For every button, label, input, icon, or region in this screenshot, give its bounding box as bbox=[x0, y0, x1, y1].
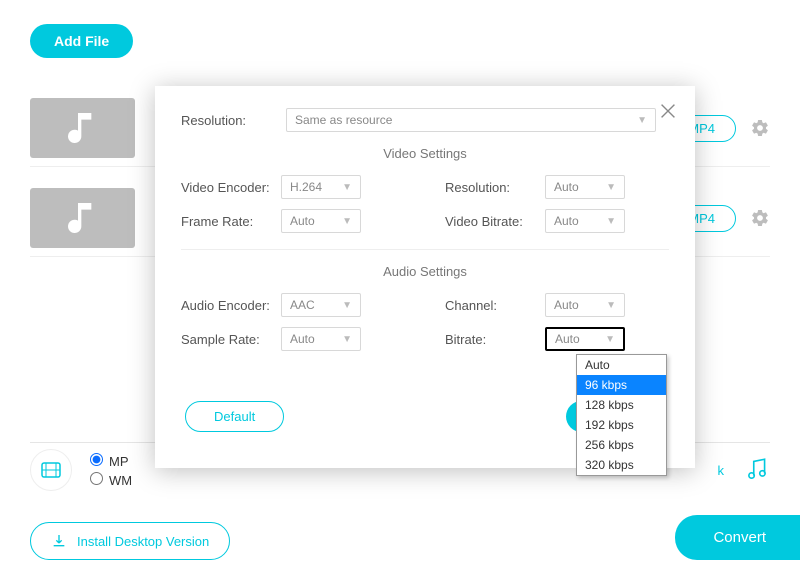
default-button[interactable]: Default bbox=[185, 401, 284, 432]
gear-icon[interactable] bbox=[750, 118, 770, 138]
video-resolution-select[interactable]: Auto▼ bbox=[545, 175, 625, 199]
video-encoder-label: Video Encoder: bbox=[181, 180, 281, 195]
audio-settings-title: Audio Settings bbox=[181, 264, 669, 279]
audio-thumbnail bbox=[30, 188, 135, 248]
resolution-label: Resolution: bbox=[181, 113, 286, 128]
chevron-down-icon: ▼ bbox=[637, 115, 647, 126]
audio-bitrate-select[interactable]: Auto▼ bbox=[545, 327, 625, 351]
video-format-icon[interactable] bbox=[30, 449, 72, 491]
format-radio-mp[interactable]: MP bbox=[90, 453, 132, 469]
bitrate-option[interactable]: 256 kbps bbox=[577, 435, 666, 455]
audio-thumbnail bbox=[30, 98, 135, 158]
format-radio-wm[interactable]: WM bbox=[90, 472, 132, 488]
settings-modal: Resolution: Same as resource▼ Video Sett… bbox=[155, 86, 695, 468]
frame-rate-label: Frame Rate: bbox=[181, 214, 281, 229]
audio-encoder-select[interactable]: AAC▼ bbox=[281, 293, 361, 317]
sample-rate-label: Sample Rate: bbox=[181, 332, 281, 347]
audio-encoder-label: Audio Encoder: bbox=[181, 298, 281, 313]
gear-icon[interactable] bbox=[750, 208, 770, 228]
frame-rate-select[interactable]: Auto▼ bbox=[281, 209, 361, 233]
install-desktop-button[interactable]: Install Desktop Version bbox=[30, 522, 230, 560]
destination-label-partial: k bbox=[718, 463, 725, 478]
add-file-button[interactable]: Add File bbox=[30, 24, 133, 58]
music-note-icon bbox=[63, 198, 103, 238]
bitrate-dropdown-list: Auto96 kbps128 kbps192 kbps256 kbps320 k… bbox=[576, 354, 667, 476]
channel-select[interactable]: Auto▼ bbox=[545, 293, 625, 317]
bitrate-option[interactable]: 128 kbps bbox=[577, 395, 666, 415]
bitrate-option[interactable]: Auto bbox=[577, 355, 666, 375]
convert-button[interactable]: Convert bbox=[675, 515, 800, 560]
music-output-icon[interactable] bbox=[744, 456, 770, 485]
bitrate-option[interactable]: 320 kbps bbox=[577, 455, 666, 475]
channel-label: Channel: bbox=[445, 298, 545, 313]
video-encoder-select[interactable]: H.264▼ bbox=[281, 175, 361, 199]
music-note-icon bbox=[63, 108, 103, 148]
download-icon bbox=[51, 533, 67, 549]
format-radio-group: MP WM bbox=[90, 450, 132, 491]
video-resolution-label: Resolution: bbox=[445, 180, 545, 195]
sample-rate-select[interactable]: Auto▼ bbox=[281, 327, 361, 351]
video-bitrate-select[interactable]: Auto▼ bbox=[545, 209, 625, 233]
resolution-select[interactable]: Same as resource▼ bbox=[286, 108, 656, 132]
video-bitrate-label: Video Bitrate: bbox=[445, 214, 545, 229]
bitrate-option[interactable]: 96 kbps bbox=[577, 375, 666, 395]
close-icon[interactable] bbox=[657, 100, 679, 127]
audio-bitrate-label: Bitrate: bbox=[445, 332, 545, 347]
video-settings-title: Video Settings bbox=[181, 146, 669, 161]
bitrate-option[interactable]: 192 kbps bbox=[577, 415, 666, 435]
